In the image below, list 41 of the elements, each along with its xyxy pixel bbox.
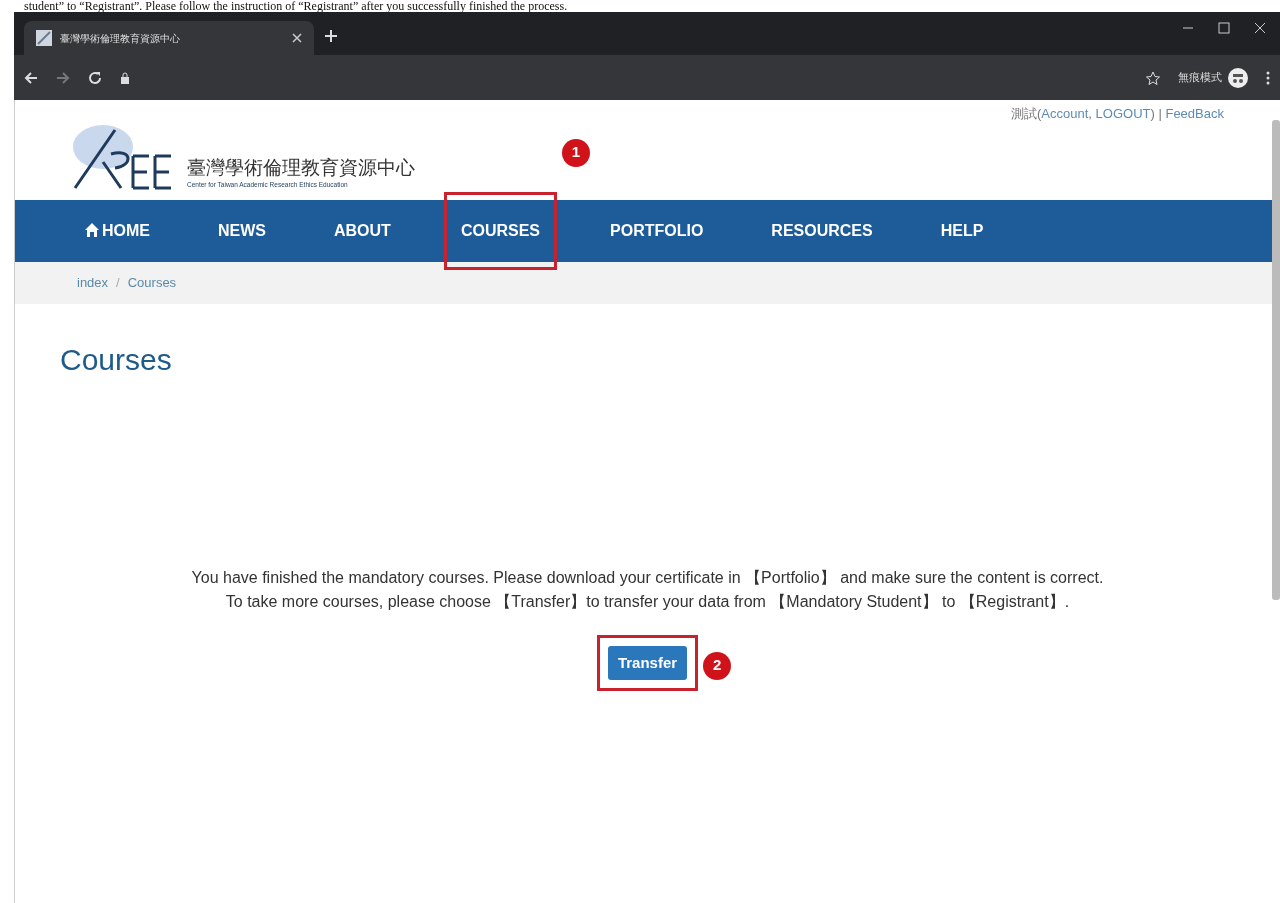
top-link[interactable]: LOGOUT	[1095, 106, 1151, 121]
caption-text: student” to “Registrant”. Please follow the instruction of “Registrant” after you successfully finished the process.	[23, 0, 569, 12]
message-text: To take more courses, please choose 【Transfer】to transfer your data from 【Mandatory Student】 to 【Registrant】.	[224, 591, 1071, 612]
number-marker: 2	[703, 651, 732, 680]
lock-icon	[120, 71, 130, 84]
nav-link[interactable]: RESOURCES	[759, 210, 885, 251]
tab-title: 臺灣學術倫理教育資源中心	[60, 31, 181, 46]
user-name: 測試	[1011, 106, 1037, 121]
scrollbar[interactable]	[1272, 120, 1280, 600]
incognito-icon[interactable]	[1228, 67, 1248, 88]
punctuation-text: (	[1037, 106, 1042, 121]
back-icon[interactable]	[24, 70, 38, 85]
transfer-button[interactable]: Transfer	[607, 645, 688, 680]
home-icon	[85, 222, 99, 237]
punctuation-text: |	[1158, 106, 1162, 121]
message-text: You have finished the mandatory courses. Please download your certificate in 【Portfolio】 and make sure the content is correct.	[190, 567, 1105, 588]
forward-icon[interactable]	[56, 70, 70, 85]
number-marker: 1	[562, 138, 590, 167]
top-link[interactable]: FeedBack	[1165, 106, 1224, 121]
close-icon[interactable]	[292, 33, 302, 43]
new-tab-icon[interactable]	[324, 29, 338, 43]
nav-link[interactable]: ABOUT	[322, 210, 403, 251]
punctuation-text: )	[1150, 106, 1155, 121]
browser-tab[interactable]: 臺灣學術倫理教育資源中心	[24, 21, 314, 55]
maximize-icon[interactable]	[1218, 22, 1230, 34]
breadcrumb-link[interactable]: Courses	[127, 272, 177, 293]
page-heading: Courses	[60, 341, 173, 378]
incognito-label: 無痕模式	[1178, 70, 1222, 86]
nav-link[interactable]: PORTFOLIO	[598, 210, 716, 251]
separator-text: /	[116, 273, 120, 292]
punctuation-text: ,	[1088, 106, 1092, 121]
reload-icon[interactable]	[88, 70, 102, 85]
nav-link[interactable]: COURSES	[446, 194, 554, 267]
nav-link[interactable]: NEWS	[206, 210, 278, 251]
favicon-icon	[36, 30, 52, 46]
logo-title: 臺灣學術倫理教育資源中心	[187, 155, 415, 180]
close-icon[interactable]	[1254, 22, 1266, 34]
star-icon[interactable]	[1146, 70, 1160, 85]
nav-link[interactable]: HELP	[928, 210, 996, 251]
menu-icon[interactable]	[1266, 70, 1270, 85]
nav-link[interactable]: HOME	[73, 210, 162, 251]
